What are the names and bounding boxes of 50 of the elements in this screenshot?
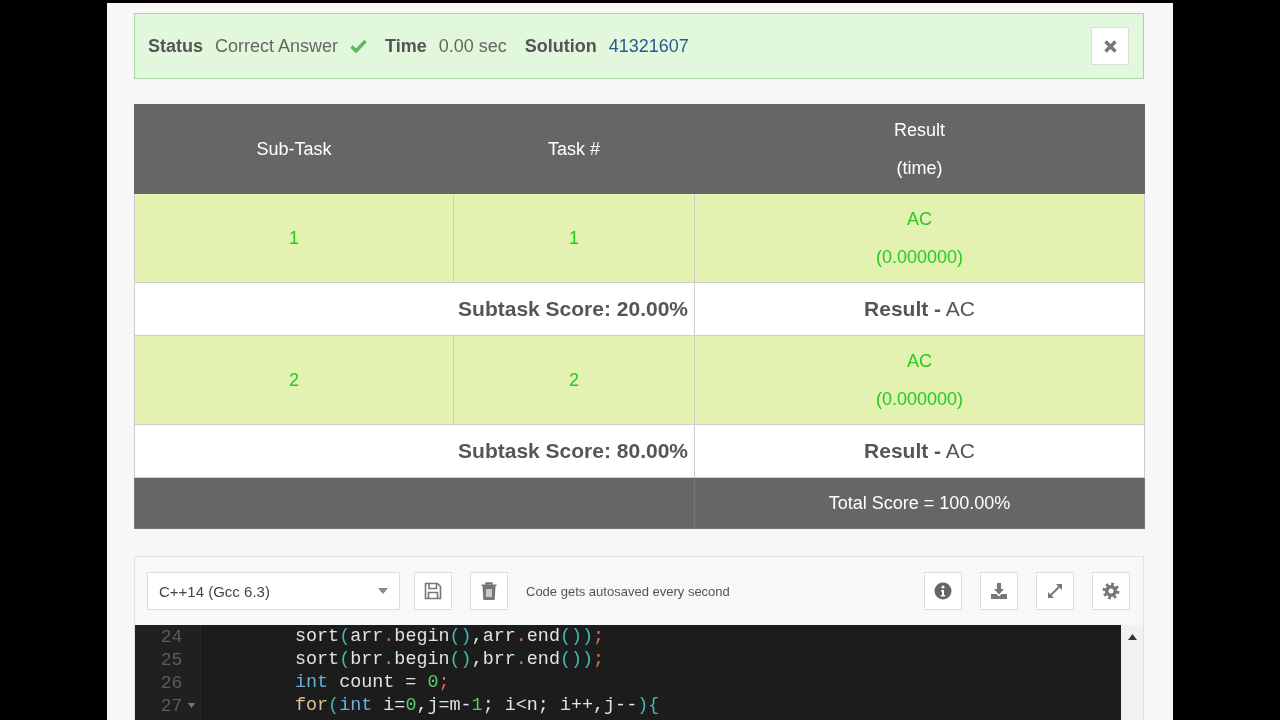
table-cell: 1 [134,193,454,283]
line-number: 27 [159,695,183,716]
settings-icon [1102,582,1120,600]
scroll-up-icon [1127,634,1137,640]
trash-icon [480,582,498,600]
table-cell: 2 [453,335,695,425]
field-value: Correct Answer [215,35,339,57]
result-summary: Result - AC [694,282,1145,336]
autosave-note: Code gets autosaved every second [526,583,730,599]
fold-icon[interactable] [187,703,195,708]
field-label: Time [385,35,427,57]
field-label: Status [148,35,203,57]
subtask-score: Subtask Score: 80.00% [134,424,695,478]
code-line: sort(brr.begin(),brr.end()); [295,648,606,671]
column-header: Sub-Task [134,104,454,194]
result-cell: AC (0.000000) [694,193,1145,283]
field-label: Solution [524,35,597,57]
total-score: Total Score = 100.00% [694,477,1145,529]
close-button[interactable] [1091,27,1129,65]
delete-button[interactable] [470,572,508,610]
column-header: Result (time) [694,104,1145,194]
line-number: 24 [159,626,183,647]
field-value: 0.00 sec [438,35,507,57]
table-cell: 1 [453,193,695,283]
line-number: 26 [159,672,183,693]
caret-icon [378,588,388,594]
line-number: 25 [159,649,183,670]
code-editor[interactable]: 24 25 26 27 sort(arr.begin(),arr.end()); sort(brr.begin(),brr.end()); int count = 0; for(int i=0,j=m-1; i<n; i++,j--){ [135,625,1143,720]
save-button[interactable] [414,572,452,610]
close-icon [1103,39,1117,53]
code-line: sort(arr.begin(),arr.end()); [295,625,606,648]
column-header: Task # [453,104,695,194]
info-icon [934,582,952,600]
expand-icon [1046,582,1064,600]
solution-link[interactable]: 41321607 [608,35,689,57]
subtask-score: Subtask Score: 20.00% [134,282,695,336]
floppy-icon [424,582,442,600]
code-line: for(int i=0,j=m-1; i<n; i++,j--){ [295,694,661,717]
result-summary: Result - AC [694,424,1145,478]
download-button[interactable] [980,572,1018,610]
result-cell: AC (0.000000) [694,335,1145,425]
expand-button[interactable] [1036,572,1074,610]
download-icon [990,582,1008,600]
check-icon [350,39,368,53]
table-cell: 2 [134,335,454,425]
info-button[interactable] [924,572,962,610]
scrollbar[interactable] [1121,625,1143,720]
settings-button[interactable] [1092,572,1130,610]
language-select[interactable]: C++14 (Gcc 6.3) [147,572,400,610]
code-line: int count = 0; [295,671,451,694]
